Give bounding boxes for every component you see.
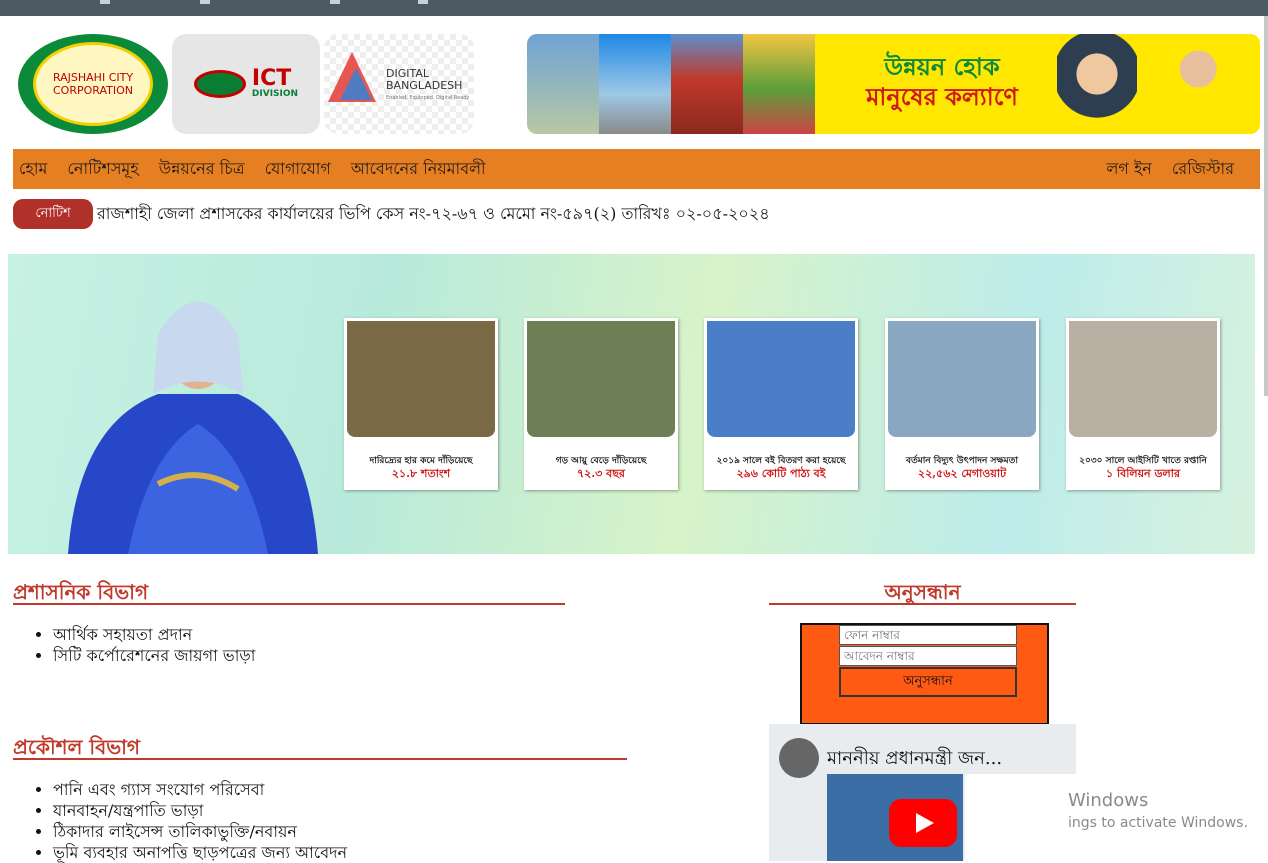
stat-card[interactable]: ২০১৯ সালে বই বিতরণ করা হয়েছে ২৯৬ কোটি প…	[704, 318, 858, 490]
notice-ticker-text[interactable]: রাজশাহী জেলা প্রশাসকের কার্যালয়ের ভিপি …	[97, 201, 770, 228]
main-navigation: হোম নোটিশসমূহ উন্নয়নের চিত্র যোগাযোগ আব…	[13, 149, 1260, 189]
ict-main-text: ICT	[251, 66, 292, 91]
stat-card-value: ২৯৬ কোটি পাঠ্য বই	[736, 467, 826, 480]
stat-card-image	[527, 321, 675, 437]
ict-division-logo[interactable]: ICT DIVISION	[172, 34, 320, 134]
government-seal-icon	[193, 70, 246, 98]
stat-card-image	[347, 321, 495, 437]
search-button[interactable]: অনুসন্ধান	[839, 667, 1017, 697]
site-header: RAJSHAHI CITY CORPORATION ICT DIVISION D…	[0, 16, 1268, 149]
digital-bangladesh-text: DIGITAL BANGLADESH Enabled, Equipped, Di…	[386, 68, 474, 104]
nav-contact[interactable]: যোগাযোগ	[259, 156, 337, 183]
list-item[interactable]: সিটি কর্পোরেশনের জায়গা ভাড়া	[53, 645, 255, 666]
stat-card-value: ৭২.৩ বছর	[577, 467, 625, 480]
stat-card-image	[707, 321, 855, 437]
nav-register[interactable]: রেজিস্টার	[1166, 156, 1240, 183]
db-main-text: DIGITAL BANGLADESH	[386, 67, 463, 92]
search-form: অনুসন্ধান	[800, 623, 1049, 725]
phone-number-input[interactable]	[839, 625, 1017, 645]
stat-card[interactable]: ২০৩০ সালে আইসিটি খাতে রপ্তানি ১ বিলিয়ন …	[1066, 318, 1220, 490]
page-scrollbar[interactable]	[1264, 16, 1268, 396]
stat-card-value: ১ বিলিয়ন ডলার	[1106, 467, 1180, 480]
nav-application-rules[interactable]: আবেদনের নিয়মাবলী	[345, 156, 492, 183]
stat-card-image	[1069, 321, 1217, 437]
youtube-play-icon[interactable]	[889, 799, 957, 847]
stat-card-image	[888, 321, 1036, 437]
list-item[interactable]: যানবাহন/যন্ত্রপাতি ভাড়া	[53, 800, 347, 821]
leader-portrait	[1157, 34, 1260, 134]
stat-card-value: ২২,৫৬২ মেগাওয়াট	[917, 467, 1007, 480]
browser-top-bar	[0, 0, 1268, 16]
banner-photo	[599, 34, 671, 134]
admin-section-divider	[13, 603, 565, 605]
notice-ticker: নোটিশ রাজশাহী জেলা প্রশাসকের কার্যালয়ের…	[13, 199, 770, 229]
topbar-mark	[418, 0, 428, 4]
video-thumbnail-side	[965, 774, 1076, 861]
topbar-mark	[100, 0, 110, 4]
admin-service-list: আর্থিক সহায়তা প্রদান সিটি কর্পোরেশনের জ…	[13, 624, 255, 666]
engineering-service-list: পানি এবং গ্যাস সংযোগ পরিসেবা যানবাহন/যন্…	[13, 779, 347, 863]
hero-slider: দারিদ্র্যের হার কমে দাঁড়িয়েছে ২১.৮ শতা…	[8, 254, 1255, 554]
nav-development-gallery[interactable]: উন্নয়নের চিত্র	[153, 156, 251, 183]
digital-bangladesh-mark-icon	[340, 68, 372, 100]
prime-minister-portrait	[68, 301, 318, 554]
digital-bangladesh-logo[interactable]: DIGITAL BANGLADESH Enabled, Equipped, Di…	[324, 34, 474, 134]
engineering-section-divider	[13, 758, 627, 760]
topbar-mark	[330, 0, 340, 4]
nav-login[interactable]: লগ ইন	[1100, 156, 1157, 183]
notice-badge: নোটিশ	[13, 199, 93, 229]
banner-photo	[527, 34, 599, 134]
topbar-mark	[200, 0, 210, 4]
list-item[interactable]: আর্থিক সহায়তা প্রদান	[53, 624, 255, 645]
application-number-input[interactable]	[839, 646, 1017, 666]
stat-card-value: ২১.৮ শতাংশ	[391, 467, 451, 480]
ict-logo-text: ICT DIVISION	[251, 66, 299, 100]
list-item[interactable]: ভূমি ব্যবহার অনাপত্তি ছাড়পত্রের জন্য আব…	[53, 842, 347, 863]
search-section-divider	[769, 603, 1076, 605]
ict-sub-text: DIVISION	[251, 89, 299, 99]
rcc-logo-text: RAJSHAHI CITY CORPORATION	[33, 42, 153, 126]
nav-home[interactable]: হোম	[13, 156, 53, 183]
stat-card[interactable]: দারিদ্র্যের হার কমে দাঁড়িয়েছে ২১.৮ শতা…	[344, 318, 498, 490]
slogan-line-2: মানুষের কল্যাণে	[866, 82, 1018, 111]
nav-left-group: হোম নোটিশসমূহ উন্নয়নের চিত্র যোগাযোগ আব…	[13, 156, 492, 183]
engineering-section-title: প্রকৌশল বিভাগ	[13, 735, 141, 759]
nav-right-group: লগ ইন রেজিস্টার	[1100, 156, 1260, 183]
youtube-video-embed[interactable]: মাননীয় প্রধানমন্ত্রী জন...	[769, 724, 1076, 861]
banner-photo	[671, 34, 743, 134]
list-item[interactable]: ঠিকাদার লাইসেন্স তালিকাভুক্তি/নবায়ন	[53, 821, 347, 842]
watermark-line-2: ings to activate Windows.	[1068, 815, 1248, 831]
search-section-title: অনুসন্ধান	[884, 580, 961, 604]
development-banner: উন্নয়ন হোক মানুষের কল্যাণে	[527, 34, 1260, 134]
admin-section-title: প্রশাসনিক বিভাগ	[13, 580, 149, 604]
activate-windows-watermark: Windows ings to activate Windows.	[1068, 790, 1248, 831]
stat-card[interactable]: গড় আয়ু বেড়ে দাঁড়িয়েছে ৭২.৩ বছর	[524, 318, 678, 490]
stat-card[interactable]: বর্তমান বিদ্যুৎ উৎপাদন সক্ষমতা ২২,৫৬২ মে…	[885, 318, 1039, 490]
banner-slogan: উন্নয়ন হোক মানুষের কল্যাণে	[827, 52, 1057, 112]
leader-portrait	[1057, 34, 1137, 134]
db-sub-text: Enabled, Equipped, Digital Ready	[386, 95, 470, 101]
nav-notices[interactable]: নোটিশসমূহ	[61, 156, 144, 183]
rajshahi-city-corporation-logo[interactable]: RAJSHAHI CITY CORPORATION	[18, 34, 168, 134]
watermark-line-1: Windows	[1068, 790, 1149, 811]
banner-photo	[743, 34, 815, 134]
channel-avatar[interactable]	[779, 738, 819, 778]
video-title[interactable]: মাননীয় প্রধানমন্ত্রী জন...	[827, 744, 1002, 775]
slogan-line-1: উন্নয়ন হোক	[884, 52, 1000, 81]
list-item[interactable]: পানি এবং গ্যাস সংযোগ পরিসেবা	[53, 779, 347, 800]
